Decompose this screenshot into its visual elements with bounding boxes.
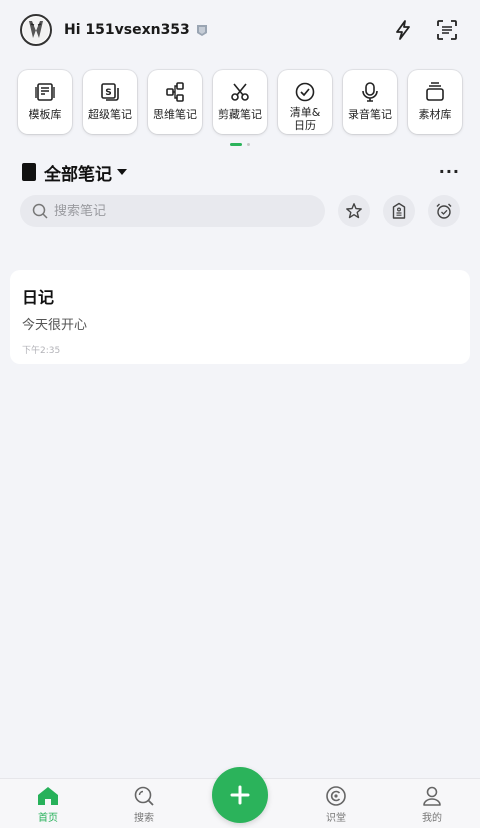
note-timestamp: 下午2:35 <box>22 346 61 356</box>
tile-checklist-calendar[interactable]: 清单&日历 <box>278 70 332 134</box>
lightning-icon <box>396 20 410 40</box>
tile-template-library[interactable]: 模板库 <box>18 70 72 134</box>
avatar-image-icon <box>23 17 49 43</box>
alarm-clock-icon <box>436 203 452 219</box>
notebook-title[interactable]: 全部笔记 <box>44 160 112 185</box>
tile-label: 模板库 <box>28 108 62 121</box>
top-header: Hi 151vsexn353 <box>20 12 460 48</box>
super-note-icon: S <box>99 81 121 103</box>
tile-mindmap-note[interactable]: 思维笔记 <box>148 70 202 134</box>
caret-down-icon[interactable] <box>117 169 127 175</box>
notes-section-header: 全部笔记 ··· <box>22 160 460 185</box>
search-input[interactable] <box>54 203 294 219</box>
search-icon <box>32 203 48 219</box>
plus-icon <box>230 785 250 805</box>
bottom-navigation: 首页 搜索 识堂 我的 <box>0 767 480 828</box>
nav-label: 搜索 <box>134 813 154 824</box>
tile-label: 剪藏笔记 <box>218 108 262 121</box>
more-options-button[interactable]: ··· <box>439 164 460 180</box>
tile-label: 素材库 <box>418 108 452 121</box>
note-title: 日记 <box>22 288 55 307</box>
tile-label: 清单&日历 <box>289 106 321 132</box>
note-card[interactable]: 日记 今天很开心 下午2:35 <box>10 270 470 364</box>
membership-badge-icon[interactable] <box>196 24 208 37</box>
favorites-button[interactable] <box>338 195 370 227</box>
scan-icon <box>437 20 457 40</box>
add-note-button[interactable] <box>212 767 268 823</box>
search-row <box>20 195 460 227</box>
nav-label: 识堂 <box>326 813 346 824</box>
page-dot[interactable] <box>247 143 250 146</box>
star-icon <box>346 203 362 219</box>
scan-button[interactable] <box>434 17 460 43</box>
lightning-button[interactable] <box>390 17 416 43</box>
quick-access-tiles: 模板库 S 超级笔记 思维笔记 剪藏笔记 清单&日历 录音笔记 素材库 <box>18 70 462 136</box>
material-icon <box>424 81 446 103</box>
home-icon <box>38 787 58 805</box>
nav-home[interactable]: 首页 <box>18 785 78 824</box>
svg-text:S: S <box>105 88 111 98</box>
template-icon <box>34 81 56 103</box>
tile-label: 录音笔记 <box>348 108 392 121</box>
scissors-icon <box>229 81 251 103</box>
microphone-icon <box>359 81 381 103</box>
nav-mine[interactable]: 我的 <box>402 785 462 824</box>
tile-material-library[interactable]: 素材库 <box>408 70 462 134</box>
search-bar[interactable] <box>20 195 325 227</box>
nav-label: 我的 <box>422 813 442 824</box>
avatar[interactable] <box>20 14 52 46</box>
nav-search[interactable]: 搜索 <box>114 785 174 824</box>
tag-icon <box>392 202 406 219</box>
tile-clip-note[interactable]: 剪藏笔记 <box>213 70 267 134</box>
checklist-icon <box>294 81 316 103</box>
note-preview: 今天很开心 <box>22 318 88 333</box>
tile-voice-note[interactable]: 录音笔记 <box>343 70 397 134</box>
notebook-icon <box>22 163 36 181</box>
tile-label: 思维笔记 <box>153 108 197 121</box>
tag-button[interactable] <box>383 195 415 227</box>
tile-super-note[interactable]: S 超级笔记 <box>83 70 137 134</box>
greeting-text: Hi 151vsexn353 <box>64 22 208 38</box>
username-label: Hi 151vsexn353 <box>64 22 190 38</box>
tile-label: 超级笔记 <box>88 108 132 121</box>
page-indicator <box>0 143 480 146</box>
user-icon <box>423 786 441 806</box>
header-actions <box>390 17 460 43</box>
reminder-button[interactable] <box>428 195 460 227</box>
mindmap-icon <box>164 81 186 103</box>
search-icon <box>134 786 154 806</box>
learn-icon <box>326 786 346 806</box>
page-dot-active[interactable] <box>230 143 242 146</box>
nav-label: 首页 <box>38 813 58 824</box>
nav-learn[interactable]: 识堂 <box>306 785 366 824</box>
